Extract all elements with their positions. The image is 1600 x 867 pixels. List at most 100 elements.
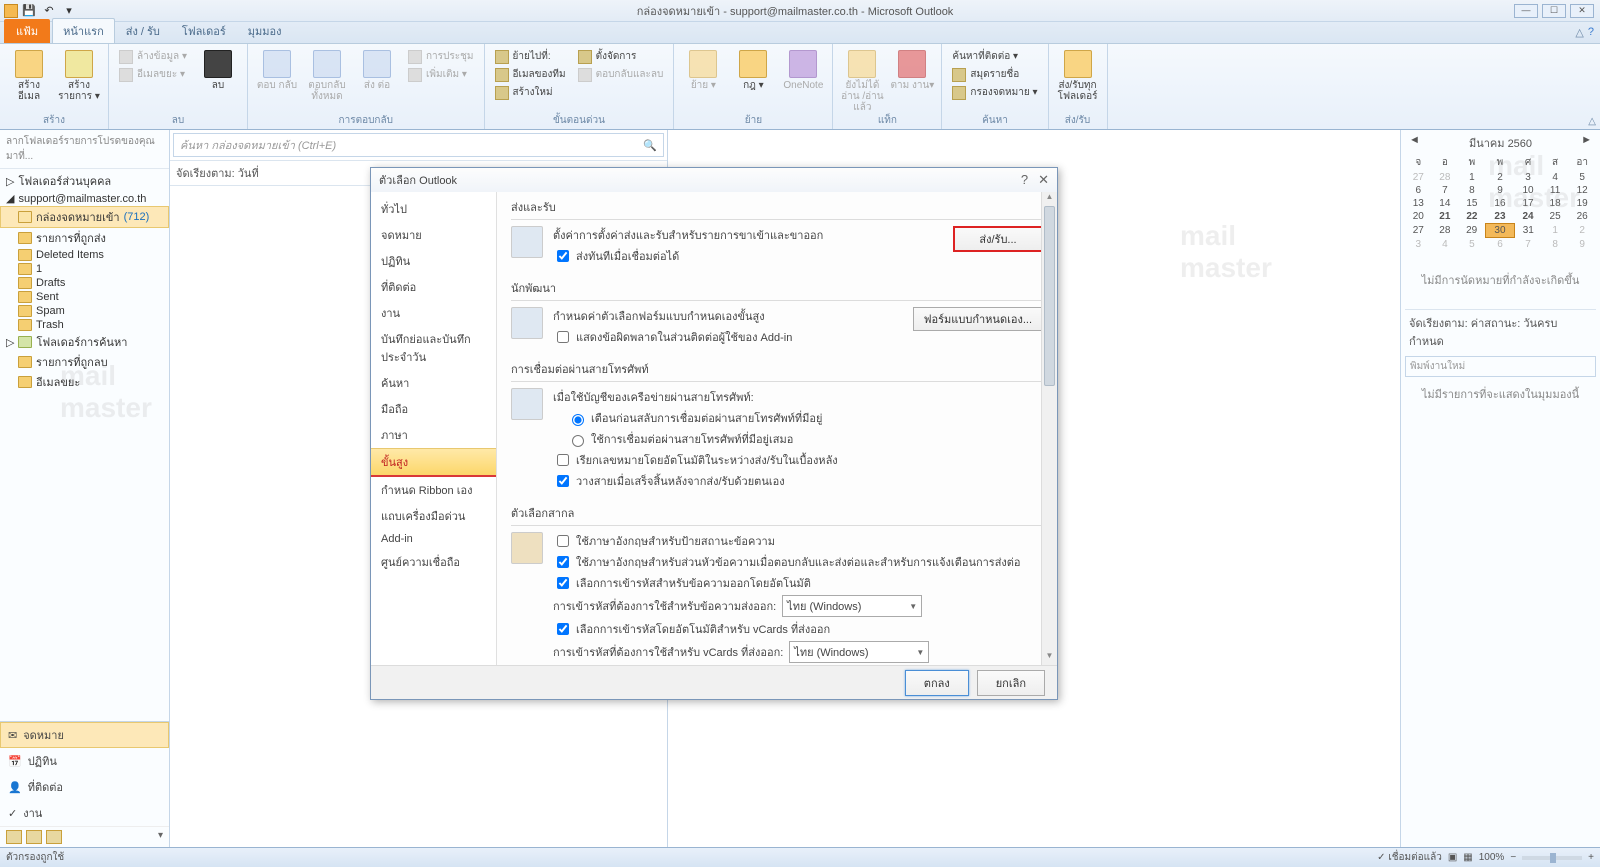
find-contact[interactable]: ค้นหาที่ติดต่อ ▾: [948, 48, 1041, 65]
quickstep-manage[interactable]: ตั้งจัดการ: [574, 48, 668, 65]
combo-vcard-encoding[interactable]: ไทย (Windows)▼: [789, 641, 929, 663]
nav-folders-icon[interactable]: [26, 830, 42, 844]
task-header[interactable]: จัดเรียงตาม: ค่าสถานะ: วันครบกำหนด: [1405, 309, 1596, 354]
mini-calendar[interactable]: จอพพศสอา 272812345 6789101112 1314151617…: [1405, 154, 1596, 251]
minimize-ribbon-icon[interactable]: △: [1575, 26, 1583, 39]
zoom-out-icon[interactable]: −: [1510, 852, 1516, 863]
folder-junk-th[interactable]: อีเมลขยะ: [0, 372, 169, 392]
expand-icon[interactable]: ◢: [6, 192, 14, 205]
nav-trust[interactable]: ศูนย์ความเชื่อถือ: [371, 549, 496, 575]
nav-contacts[interactable]: 👤ที่ติดต่อ: [0, 774, 169, 800]
folder-sent[interactable]: Sent: [0, 290, 169, 304]
filter-mail[interactable]: กรองจดหมาย ▾: [948, 84, 1041, 101]
search-input[interactable]: ค้นหา กล่องจดหมายเข้า (Ctrl+E) 🔍: [173, 133, 664, 157]
nav-tasks[interactable]: งาน: [371, 300, 496, 326]
prev-month-icon[interactable]: ◄: [1409, 134, 1420, 152]
send-receive-button[interactable]: ส่ง/รับ...: [953, 226, 1043, 252]
reply-all-button[interactable]: ตอบกลับ ทั้งหมด: [304, 46, 350, 102]
quickstep-replydelete[interactable]: ตอบกลับและลบ: [574, 66, 668, 83]
cancel-button[interactable]: ยกเลิก: [977, 670, 1045, 696]
next-month-icon[interactable]: ►: [1581, 134, 1592, 152]
nav-addin[interactable]: Add-in: [371, 529, 496, 549]
maximize-button[interactable]: ☐: [1542, 4, 1566, 18]
nav-qat[interactable]: แถบเครื่องมือด่วน: [371, 503, 496, 529]
view-normal-icon[interactable]: ▣: [1448, 852, 1457, 863]
custom-forms-button[interactable]: ฟอร์มแบบกำหนดเอง...: [913, 307, 1043, 331]
chk-english-headers[interactable]: ใช้ภาษาอังกฤษสำหรับส่วนหัวข้อความเมื่อตอ…: [553, 553, 1043, 571]
nav-mail[interactable]: จดหมาย: [371, 222, 496, 248]
ok-button[interactable]: ตกลง: [905, 670, 969, 696]
expand-icon[interactable]: ▷: [6, 336, 14, 349]
new-items-button[interactable]: สร้าง รายการ ▾: [56, 46, 102, 102]
folder-trash[interactable]: Trash: [0, 318, 169, 332]
nav-calendar[interactable]: 📅ปฏิทิน: [0, 748, 169, 774]
folder-deleted-th[interactable]: รายการที่ถูกลบ: [0, 352, 169, 372]
ribbon-collapse-icon[interactable]: △: [1588, 116, 1596, 127]
dialog-help-icon[interactable]: ?: [1021, 172, 1028, 188]
minimize-button[interactable]: —: [1514, 4, 1538, 18]
folder-1[interactable]: 1: [0, 262, 169, 276]
ignore-button[interactable]: ล้างข้อมูล ▾: [115, 48, 191, 65]
delete-button[interactable]: ลบ: [195, 46, 241, 91]
chk-show-addin-errors[interactable]: แสดงข้อผิดพลาดในส่วนติดต่อผู้ใช้ของ Add-…: [553, 328, 903, 346]
followup-button[interactable]: ตาม งาน▾: [889, 46, 935, 91]
scroll-up-icon[interactable]: ▲: [1042, 192, 1057, 206]
qat-save-icon[interactable]: 💾: [20, 2, 38, 20]
tab-sendreceive[interactable]: ส่ง / รับ: [115, 18, 171, 43]
onenote-button[interactable]: OneNote: [780, 46, 826, 91]
tree-root-personal[interactable]: ▷ โฟลเดอร์ส่วนบุคคล: [0, 171, 169, 191]
nav-tasks[interactable]: ✓งาน: [0, 800, 169, 826]
tab-home[interactable]: หน้าแรก: [52, 18, 115, 43]
tab-file[interactable]: แฟ้ม: [4, 19, 50, 43]
nav-mobile[interactable]: มือถือ: [371, 396, 496, 422]
chk-auto-encode-vcard[interactable]: เลือกการเข้ารหัสโดยอัตโนมัติสำหรับ vCard…: [553, 620, 1043, 638]
dialog-close-icon[interactable]: ✕: [1038, 172, 1049, 188]
quickstep-moveto[interactable]: ย้ายไปที่:: [491, 48, 570, 65]
close-button[interactable]: ✕: [1570, 4, 1594, 18]
quickstep-team[interactable]: อีเมลของทีม: [491, 66, 570, 83]
nav-shortcuts-icon[interactable]: [46, 830, 62, 844]
tab-view[interactable]: มุมมอง: [237, 18, 293, 43]
qat-dropdown-icon[interactable]: ▾: [60, 2, 78, 20]
unread-button[interactable]: ยังไม่ได้อ่าน /อ่านแล้ว: [839, 46, 885, 113]
quickstep-new[interactable]: สร้างใหม่: [491, 84, 570, 101]
forward-button[interactable]: ส่ง ต่อ: [354, 46, 400, 91]
zoom-in-icon[interactable]: +: [1588, 852, 1594, 863]
folder-inbox[interactable]: กล่องจดหมายเข้า (712): [0, 206, 169, 228]
rules-button[interactable]: กฎ ▾: [730, 46, 776, 91]
new-task-input[interactable]: พิมพ์งานใหม่: [1405, 356, 1596, 377]
combo-outgoing-encoding[interactable]: ไทย (Windows)▼: [782, 595, 922, 617]
folder-deleted-items[interactable]: Deleted Items: [0, 248, 169, 262]
chk-hangup-after-manual[interactable]: วางสายเมื่อเสร็จสิ้นหลังจากส่ง/รับด้วยตน…: [553, 472, 1043, 490]
zoom-slider[interactable]: [1522, 856, 1582, 860]
radio-use-existing[interactable]: ใช้การเชื่อมต่อผ่านสายโทรศัพท์ที่มีอยู่เ…: [553, 430, 1043, 448]
sendreceive-all-button[interactable]: ส่ง/รับทุก โฟลเดอร์: [1055, 46, 1101, 102]
nav-language[interactable]: ภาษา: [371, 422, 496, 448]
search-icon[interactable]: 🔍: [643, 139, 657, 152]
folder-spam[interactable]: Spam: [0, 304, 169, 318]
nav-notes-icon[interactable]: [6, 830, 22, 844]
nav-configure-icon[interactable]: ▾: [158, 830, 163, 844]
dialog-scrollbar[interactable]: ▲ ▼: [1041, 192, 1057, 665]
folder-drafts[interactable]: Drafts: [0, 276, 169, 290]
chk-english-flags[interactable]: ใช้ภาษาอังกฤษสำหรับป้ายสถานะข้อความ: [553, 532, 1043, 550]
expand-icon[interactable]: ▷: [6, 175, 14, 188]
nav-notes[interactable]: บันทึกย่อและบันทึกประจำวัน: [371, 326, 496, 370]
nav-ribbon[interactable]: กำหนด Ribbon เอง: [371, 477, 496, 503]
chk-auto-encode-out[interactable]: เลือกการเข้ารหัสสำหรับข้อความออกโดยอัตโน…: [553, 574, 1043, 592]
chk-autodial-background[interactable]: เรียกเลขหมายโดยอัตโนมัติในระหว่างส่ง/รับ…: [553, 451, 1043, 469]
folder-sent-th[interactable]: รายการที่ถูกส่ง: [0, 228, 169, 248]
qat-undo-icon[interactable]: ↶: [40, 2, 58, 20]
view-reading-icon[interactable]: ▦: [1463, 852, 1472, 863]
address-book[interactable]: สมุดรายชื่อ: [948, 66, 1041, 83]
tab-folder[interactable]: โฟลเดอร์: [171, 18, 237, 43]
junk-button[interactable]: อีเมลขยะ ▾: [115, 66, 191, 83]
meeting-button[interactable]: การประชุม: [404, 48, 478, 65]
chk-send-immediately[interactable]: ส่งทันทีเมื่อเชื่อมต่อได้: [553, 247, 943, 265]
help-icon[interactable]: ?: [1588, 26, 1594, 39]
reply-button[interactable]: ตอบ กลับ: [254, 46, 300, 91]
folder-searchfolders[interactable]: ▷ โฟลเดอร์การค้นหา: [0, 332, 169, 352]
new-email-button[interactable]: สร้าง อีเมล: [6, 46, 52, 102]
nav-contacts[interactable]: ที่ติดต่อ: [371, 274, 496, 300]
nav-advanced[interactable]: ขั้นสูง: [371, 448, 496, 477]
